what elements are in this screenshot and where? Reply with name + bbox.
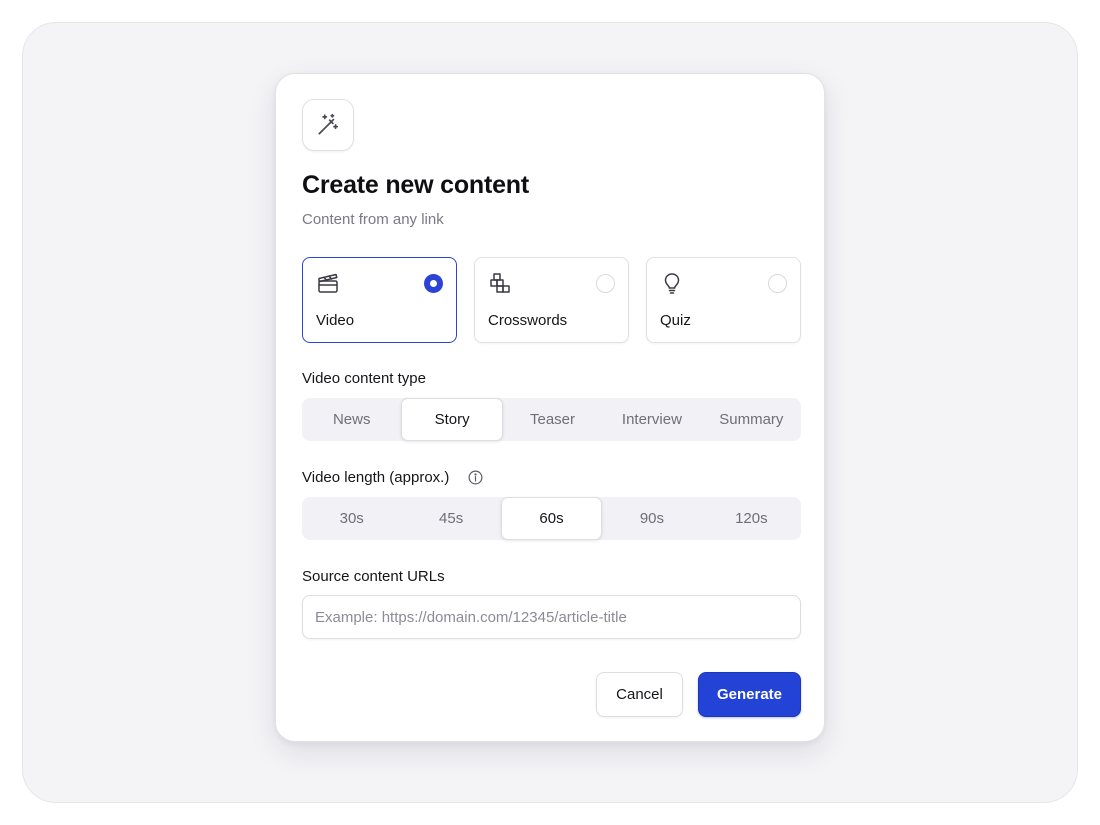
video-content-type-segmented: News Story Teaser Interview Summary (302, 398, 801, 441)
magic-wand-icon (302, 99, 354, 151)
segment-120s[interactable]: 120s (702, 497, 801, 540)
create-content-dialog: Create new content Content from any link… (275, 73, 825, 742)
segment-news[interactable]: News (302, 398, 401, 441)
content-type-label: Video (316, 312, 355, 329)
content-type-radio-crosswords[interactable] (596, 274, 615, 293)
info-icon[interactable] (467, 469, 484, 486)
segment-60s[interactable]: 60s (500, 497, 603, 540)
content-type-card-quiz[interactable]: Quiz (646, 257, 801, 343)
source-urls-label: Source content URLs (302, 568, 445, 585)
content-type-radio-quiz[interactable] (768, 274, 787, 293)
segment-teaser[interactable]: Teaser (503, 398, 602, 441)
crossword-grid-icon (490, 273, 510, 293)
clapperboard-icon (318, 273, 338, 293)
lightbulb-icon (664, 273, 680, 294)
video-length-label: Video length (approx.) (302, 469, 450, 486)
segment-30s[interactable]: 30s (302, 497, 401, 540)
video-length-segmented: 30s 45s 60s 90s 120s (302, 497, 801, 540)
content-type-selector: Video Crosswords Quiz (302, 257, 801, 343)
content-type-card-crosswords[interactable]: Crosswords (474, 257, 629, 343)
video-content-type-label: Video content type (302, 370, 426, 387)
segment-interview[interactable]: Interview (602, 398, 701, 441)
content-type-label: Crosswords (488, 312, 568, 329)
cancel-button[interactable]: Cancel (596, 672, 683, 717)
segment-90s[interactable]: 90s (602, 497, 701, 540)
generate-button[interactable]: Generate (698, 672, 801, 717)
source-url-input[interactable] (302, 595, 801, 639)
segment-story[interactable]: Story (401, 398, 503, 441)
dialog-title: Create new content (302, 171, 530, 199)
content-type-card-video[interactable]: Video (302, 257, 457, 343)
dialog-subtitle: Content from any link (302, 211, 444, 228)
segment-45s[interactable]: 45s (401, 497, 500, 540)
content-type-radio-video[interactable] (424, 274, 443, 293)
segment-summary[interactable]: Summary (702, 398, 801, 441)
content-type-label: Quiz (660, 312, 691, 329)
